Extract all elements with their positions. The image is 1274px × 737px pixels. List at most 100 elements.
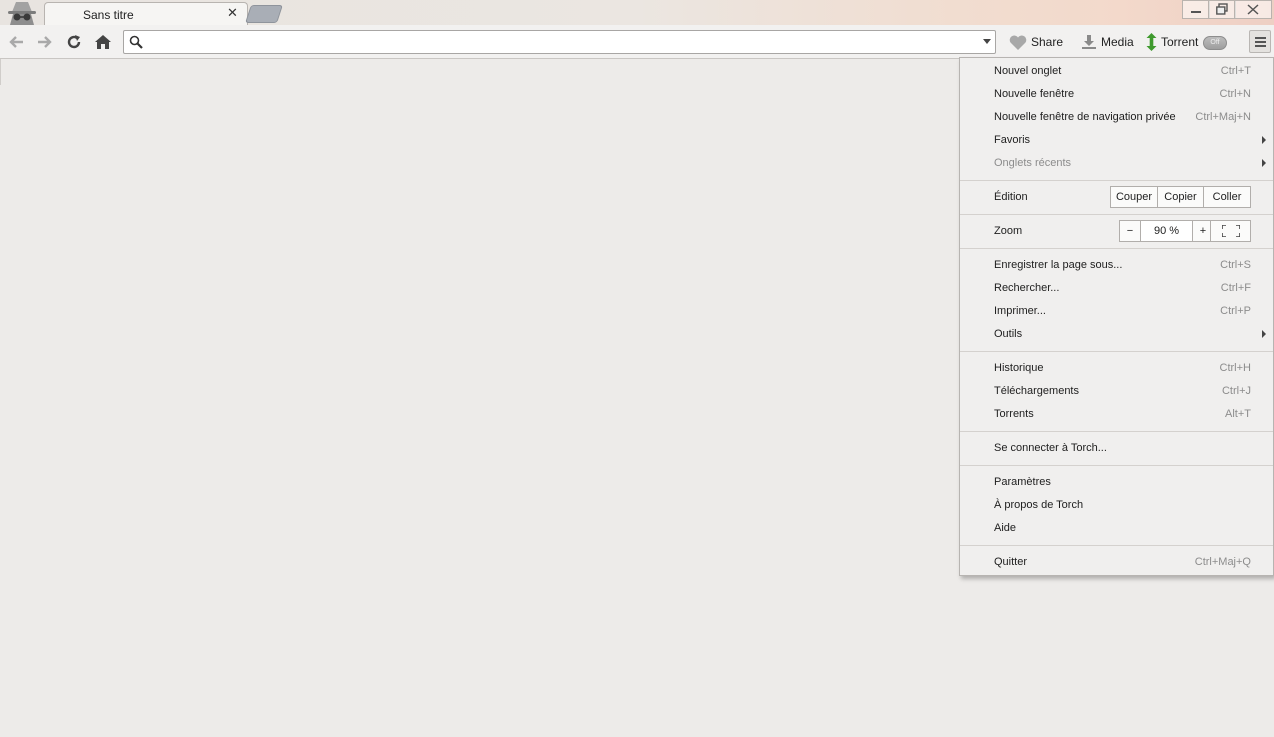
new-tab-button[interactable] (245, 5, 283, 23)
menu-item-telechargements[interactable]: Téléchargements Ctrl+J (960, 380, 1273, 403)
menu-item-nouvelle-fenetre[interactable]: Nouvelle fenêtre Ctrl+N (960, 83, 1273, 106)
share-label: Share (1031, 35, 1064, 49)
menu-item-historique[interactable]: Historique Ctrl+H (960, 357, 1273, 380)
menu-item-label: Édition (994, 191, 1028, 203)
menu-item-label: Téléchargements (994, 385, 1079, 397)
menu-separator (960, 465, 1273, 466)
menu-item-label: Historique (994, 362, 1044, 374)
paste-button[interactable]: Coller (1203, 186, 1251, 208)
menu-separator (960, 180, 1273, 181)
hamburger-icon-line (1255, 41, 1266, 43)
reload-icon (67, 35, 81, 49)
submenu-arrow-icon (1262, 159, 1266, 167)
zoom-out-button[interactable]: − (1119, 220, 1141, 242)
arrow-right-icon (38, 36, 52, 48)
menu-item-shortcut: Ctrl+S (1220, 259, 1251, 271)
submenu-arrow-icon (1262, 136, 1266, 144)
menu-item-label: Aide (994, 522, 1017, 534)
hamburger-icon-line (1255, 45, 1266, 47)
menu-item-rechercher[interactable]: Rechercher... Ctrl+F (960, 277, 1273, 300)
menu-button[interactable] (1249, 30, 1271, 53)
menu-item-a-propos[interactable]: À propos de Torch (960, 494, 1273, 517)
menu-item-parametres[interactable]: Paramètres (960, 471, 1273, 494)
content-edge (0, 59, 1, 85)
menu-item-label: Torrents (994, 408, 1034, 420)
submenu-arrow-icon (1262, 330, 1266, 338)
menu-item-label: Zoom (994, 225, 1023, 237)
menu-item-shortcut: Alt+T (1225, 408, 1251, 420)
menu-item-shortcut: Ctrl+J (1221, 385, 1251, 397)
menu-separator (960, 248, 1273, 249)
menu-item-quitter[interactable]: Quitter Ctrl+Maj+Q (960, 551, 1273, 574)
minimize-button[interactable] (1182, 0, 1210, 19)
search-icon (129, 35, 143, 49)
back-button[interactable] (5, 31, 27, 53)
menu-item-navigation-privee[interactable]: Nouvelle fenêtre de navigation privée Ct… (960, 106, 1273, 129)
menu-item-label: Nouvelle fenêtre (994, 88, 1075, 100)
menu-separator (960, 351, 1273, 352)
torrent-toggle[interactable]: Off (1203, 36, 1227, 50)
share-button[interactable]: Share (1009, 34, 1063, 50)
menu-item-shortcut: Ctrl+N (1219, 88, 1251, 100)
menu-separator (960, 545, 1273, 546)
home-button[interactable] (92, 31, 114, 53)
menu-item-label: Se connecter à Torch... (994, 442, 1107, 454)
menu-item-shortcut: Ctrl+Maj+N (1195, 111, 1251, 123)
close-window-button[interactable] (1234, 0, 1272, 19)
menu-item-shortcut: Ctrl+H (1219, 362, 1251, 374)
menu-item-onglets-recents[interactable]: Onglets récents (960, 152, 1273, 175)
menu-item-label: Favoris (994, 134, 1031, 146)
address-bar[interactable] (123, 30, 996, 54)
hamburger-icon-line (1255, 37, 1266, 39)
tab-title: Sans titre (83, 8, 134, 22)
tab-sans-titre[interactable]: Sans titre ✕ (44, 2, 248, 25)
menu-item-shortcut: Ctrl+P (1220, 305, 1251, 317)
media-label: Media (1101, 35, 1134, 49)
incognito-icon (4, 0, 40, 25)
restore-icon (1216, 3, 1228, 15)
reload-button[interactable] (63, 31, 85, 53)
browser-menu: Nouvel onglet Ctrl+T Nouvelle fenêtre Ct… (959, 57, 1274, 576)
menu-item-label: Imprimer... (994, 305, 1046, 317)
menu-item-label: Nouvel onglet (994, 65, 1062, 77)
close-icon (1247, 4, 1259, 15)
tab-strip: Sans titre ✕ (0, 0, 1274, 25)
menu-item-favoris[interactable]: Favoris (960, 129, 1273, 152)
heart-icon (1009, 34, 1027, 50)
menu-item-label: Outils (994, 328, 1023, 340)
menu-item-imprimer[interactable]: Imprimer... Ctrl+P (960, 300, 1273, 323)
menu-separator (960, 431, 1273, 432)
arrow-left-icon (9, 36, 23, 48)
menu-item-label: À propos de Torch (994, 499, 1084, 511)
tab-close-icon[interactable]: ✕ (227, 5, 238, 21)
menu-item-shortcut: Ctrl+Maj+Q (1194, 556, 1251, 568)
minimize-icon (1191, 11, 1201, 13)
address-input[interactable] (148, 33, 978, 51)
menu-item-nouvel-onglet[interactable]: Nouvel onglet Ctrl+T (960, 60, 1273, 83)
menu-item-label: Nouvelle fenêtre de navigation privée (994, 111, 1176, 123)
menu-item-enregistrer[interactable]: Enregistrer la page sous... Ctrl+S (960, 254, 1273, 277)
media-button[interactable]: Media (1081, 34, 1134, 50)
home-icon (95, 35, 111, 49)
zoom-level: 90 % (1140, 220, 1193, 242)
torrent-button[interactable]: Torrent (1146, 33, 1199, 51)
fullscreen-button[interactable] (1210, 220, 1251, 242)
torrent-label: Torrent (1161, 35, 1199, 49)
cut-button[interactable]: Couper (1110, 186, 1158, 208)
menu-item-shortcut: Ctrl+T (1220, 65, 1251, 77)
menu-item-label: Quitter (994, 556, 1028, 568)
forward-button[interactable] (34, 31, 56, 53)
copy-button[interactable]: Copier (1157, 186, 1204, 208)
restore-button[interactable] (1208, 0, 1236, 19)
menu-item-label: Enregistrer la page sous... (994, 259, 1123, 271)
menu-item-se-connecter[interactable]: Se connecter à Torch... (960, 437, 1273, 460)
torrent-arrows-icon (1146, 33, 1157, 51)
fullscreen-icon (1220, 224, 1241, 238)
menu-item-label: Onglets récents (994, 157, 1072, 169)
dropdown-arrow-icon[interactable] (983, 39, 991, 44)
menu-item-aide[interactable]: Aide (960, 517, 1273, 540)
toolbar: Share Media Torrent Off (0, 25, 1274, 59)
menu-item-torrents[interactable]: Torrents Alt+T (960, 403, 1273, 426)
menu-item-outils[interactable]: Outils (960, 323, 1273, 346)
menu-separator (960, 214, 1273, 215)
